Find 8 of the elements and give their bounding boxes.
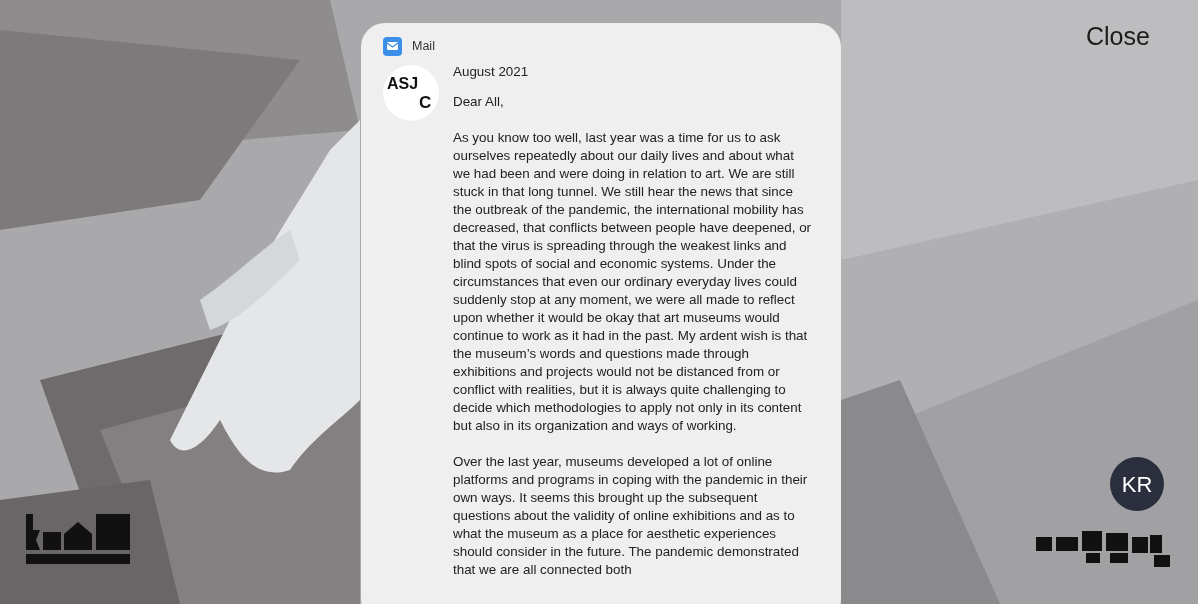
mail-paragraph: Over the last year, museums developed a lot of online platforms and programs in coping with the pandemic in their own ways. It seems this brought up the subsequent questions about the validity of online exhibitions and as to what the museum as a place for aesthetic experiences should consider in the future. The pandemic demonstrated that we are all connected both [453, 453, 809, 579]
app-name: Mail [412, 38, 435, 56]
mail-date: August 2021 [453, 63, 530, 81]
greeting: Dear All, [453, 93, 505, 111]
mail-icon [383, 37, 402, 56]
close-button[interactable]: Close [1086, 20, 1150, 52]
mail-paragraph: As you know too well, last year was a time for us to ask ourselves repeatedly about our daily lives and about what we had been and were doing in relation to art. We are still stuck in that long tunnel. We still hear the news that since the outbreak of the pandemic, the international mobility has decreased, that conflicts between people have deepened, or that the virus is spreading through the weakest links and blind spots of social and economic systems. Under the circumstances that even our ordinary everyday lives could suddenly stop at any moment, we were all made to reflect upon whether it would be okay that art museums would continue to work as it had in the past. My ardent wish is that the museum’s words and questions made through exhibitions and projects would not be distanced from or conflict with realities, but it is always quite challenging to decide which methodologies to apply not only in its content but also in its organization and ways of working. [453, 129, 813, 435]
sender-avatar: ASJ C [383, 65, 439, 121]
